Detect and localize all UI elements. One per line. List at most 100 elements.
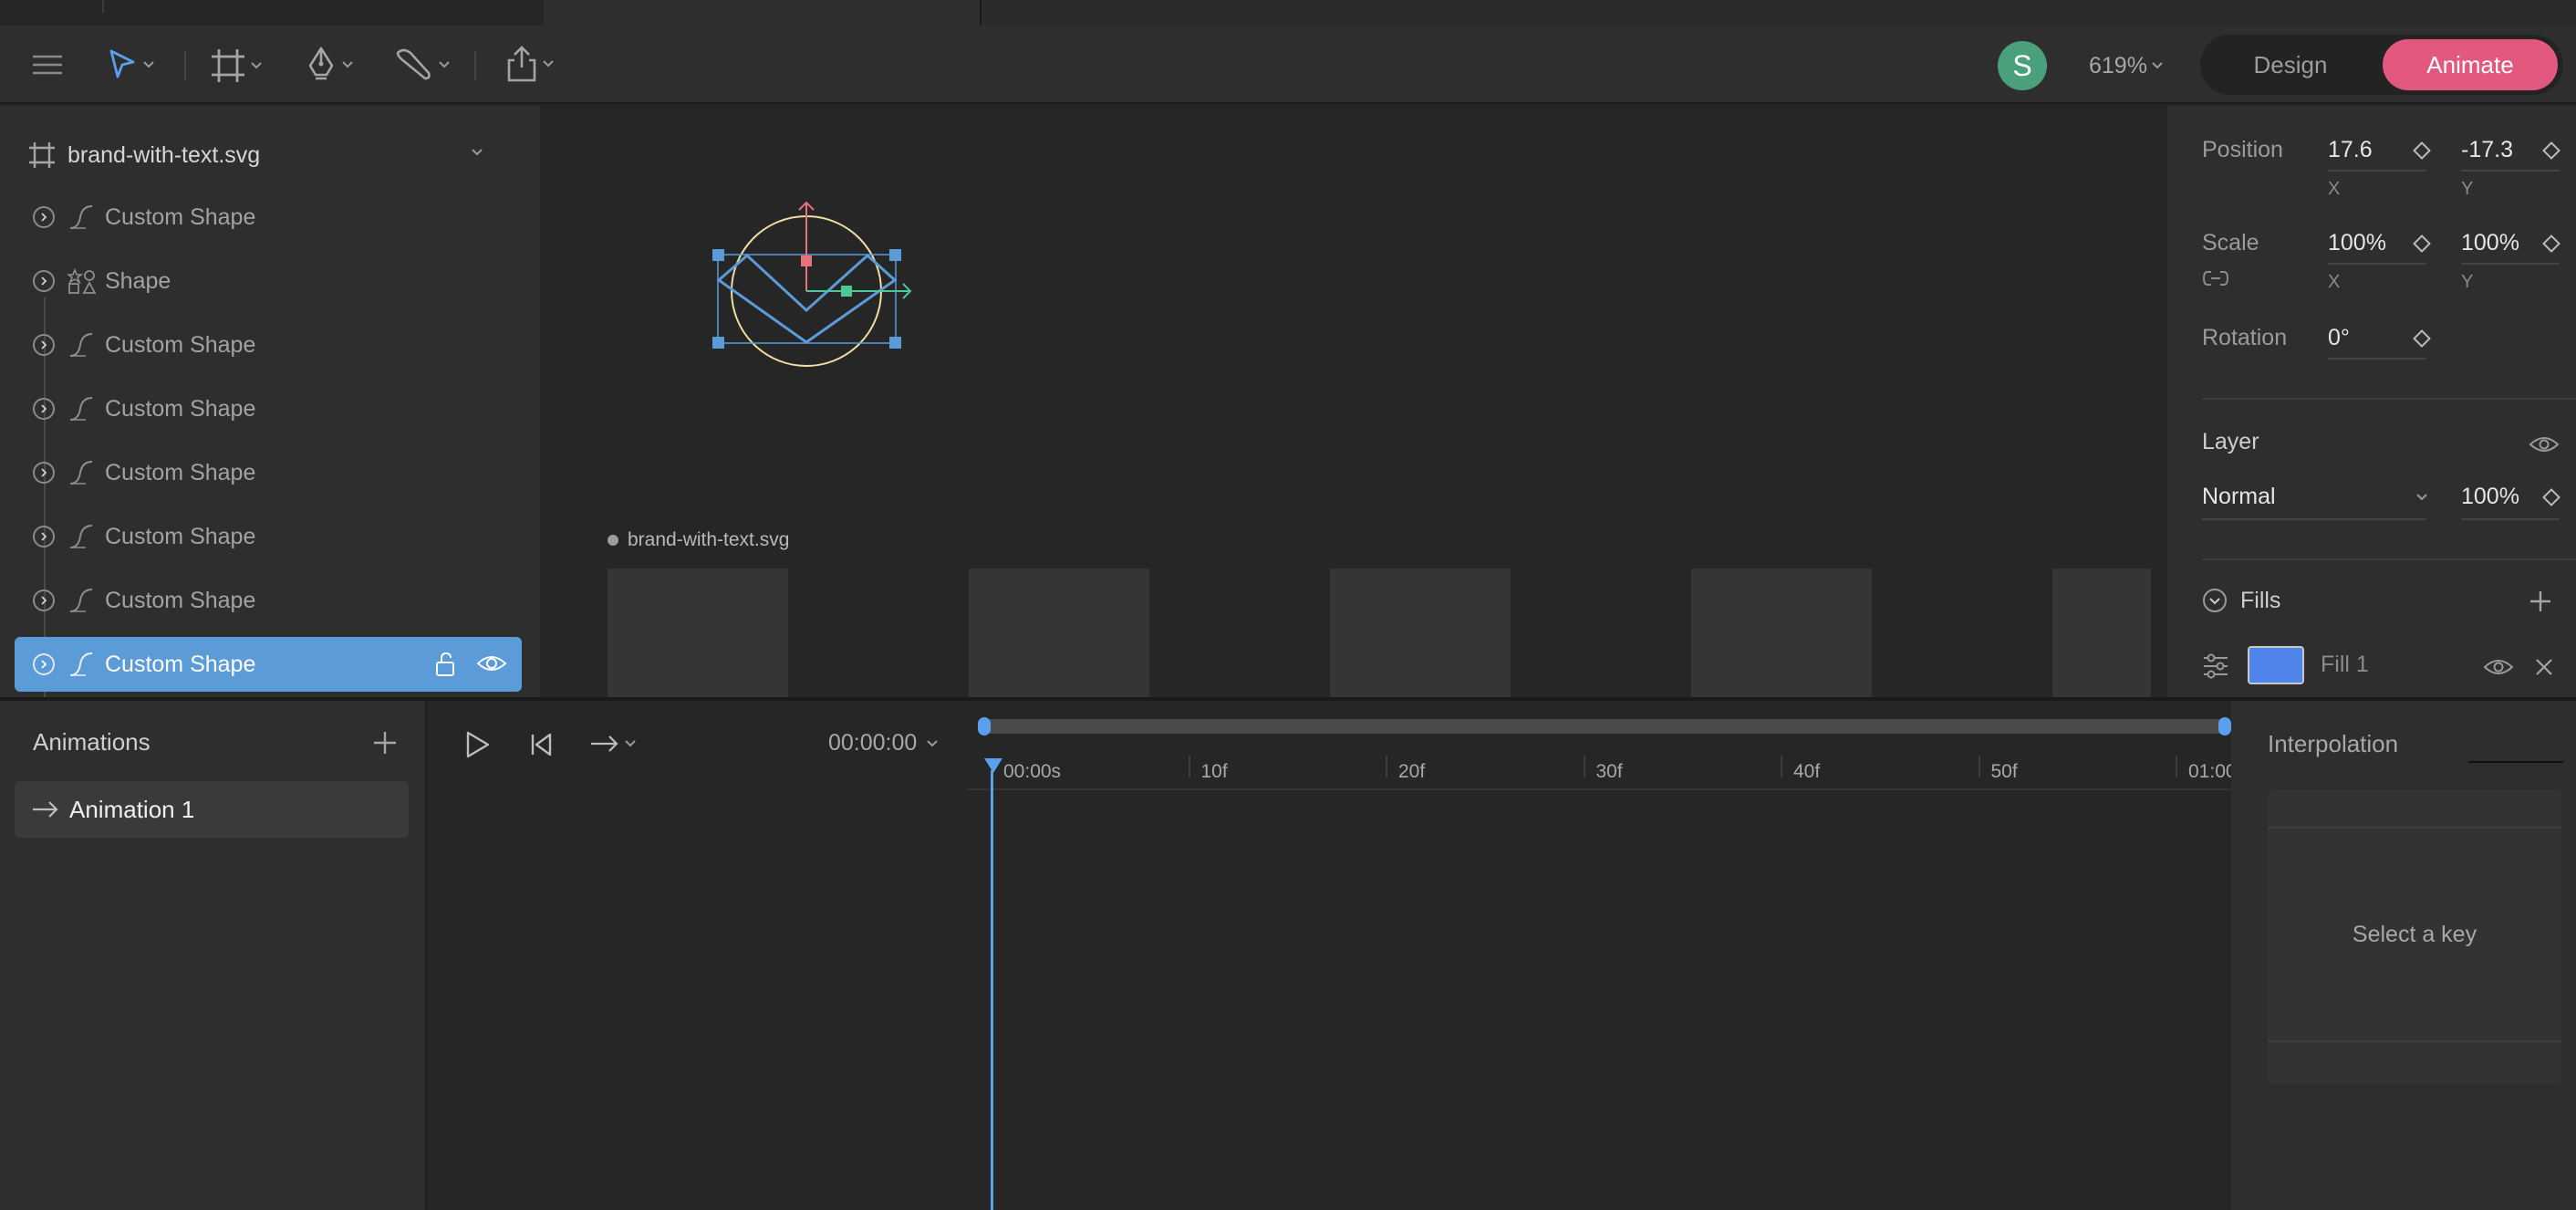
ruler-baseline — [967, 788, 2231, 790]
eye-icon[interactable] — [476, 652, 507, 675]
resize-handle[interactable] — [889, 249, 901, 261]
current-time: 00:00:00 — [828, 730, 918, 756]
expand-icon[interactable] — [33, 589, 55, 611]
keyframe-diamond-icon[interactable] — [2413, 235, 2431, 253]
layer-root[interactable]: brand-with-text.svg — [27, 137, 260, 173]
eye-icon[interactable] — [2529, 434, 2560, 454]
layer-row[interactable]: Custom Shape — [15, 190, 522, 245]
layer-row[interactable]: Custom Shape — [15, 318, 522, 372]
layer-label: Custom Shape — [105, 204, 256, 230]
opacity-input[interactable]: 100% — [2461, 484, 2519, 510]
unlock-icon[interactable] — [434, 652, 458, 677]
playhead-handle[interactable] — [983, 757, 1003, 774]
select-tool-button[interactable] — [106, 47, 155, 82]
ruler-tick-label: 00:00s — [1003, 761, 1062, 782]
artboard-preview — [1330, 568, 1511, 697]
add-animation-icon[interactable] — [372, 730, 398, 756]
animate-mode-button[interactable]: Animate — [2383, 39, 2558, 90]
fill-color-swatch[interactable] — [2248, 646, 2304, 684]
artboard-preview — [608, 568, 788, 697]
pen-tool-button[interactable] — [305, 46, 354, 84]
layer-label: Custom Shape — [105, 332, 256, 358]
range-end-handle[interactable] — [2218, 717, 2231, 735]
chevron-down-icon — [2152, 62, 2163, 69]
mode-switch: Design Animate — [2200, 35, 2563, 95]
current-time-dropdown[interactable]: 00:00:00 — [828, 730, 939, 756]
ruler-tick-label: 50f — [1990, 761, 2018, 782]
path-icon — [68, 332, 95, 358]
link-icon[interactable] — [2202, 266, 2229, 290]
resize-handle[interactable] — [889, 337, 901, 349]
range-start-handle[interactable] — [978, 717, 991, 735]
collapse-icon[interactable] — [2202, 588, 2228, 613]
expand-icon[interactable] — [33, 462, 55, 484]
keyframe-diamond-icon[interactable] — [2542, 488, 2560, 506]
chevron-down-icon[interactable] — [2415, 493, 2428, 502]
input-underline — [2328, 358, 2426, 360]
sliders-icon[interactable] — [2202, 653, 2229, 679]
expand-icon[interactable] — [33, 270, 55, 292]
selected-shape-artwork[interactable] — [680, 188, 918, 370]
play-icon[interactable] — [463, 730, 491, 759]
input-underline — [2328, 170, 2426, 172]
loop-mode-dropdown[interactable] — [589, 734, 637, 754]
layer-row[interactable]: Custom Shape — [15, 573, 522, 628]
artboard-preview — [1691, 568, 1872, 697]
tab-inactive[interactable] — [980, 0, 2576, 26]
path-icon — [68, 396, 95, 422]
expand-icon[interactable] — [33, 334, 55, 356]
menu-icon[interactable] — [31, 51, 64, 78]
chevron-down-icon — [543, 60, 554, 68]
expand-icon[interactable] — [33, 206, 55, 228]
layer-row-selected[interactable]: Custom Shape — [15, 637, 522, 692]
eye-icon[interactable] — [2483, 657, 2514, 677]
resize-handle[interactable] — [712, 249, 724, 261]
layer-row[interactable]: Shape — [15, 254, 522, 308]
position-y-input[interactable]: -17.3 — [2461, 137, 2513, 163]
expand-icon[interactable] — [33, 653, 55, 675]
keyframe-diamond-icon[interactable] — [2542, 141, 2560, 160]
layer-label: Shape — [105, 268, 171, 294]
keyframe-diamond-icon[interactable] — [2413, 141, 2431, 160]
layer-label: Custom Shape — [105, 652, 256, 677]
position-x-input[interactable]: 17.6 — [2328, 137, 2373, 163]
origin-y-handle[interactable] — [801, 256, 812, 266]
artboard-label[interactable]: brand-with-text.svg — [608, 529, 789, 551]
animation-name: Animation 1 — [69, 795, 195, 823]
chevron-down-icon[interactable] — [471, 148, 483, 157]
graph-line — [2268, 1040, 2561, 1042]
animation-list-item[interactable]: Animation 1 — [15, 781, 409, 838]
scale-x-input[interactable]: 100% — [2328, 230, 2386, 256]
origin-x-handle[interactable] — [841, 286, 852, 297]
interpolation-tab-indicator — [2468, 761, 2563, 763]
timeline[interactable]: 00:00s 10f 20f 30f 40f 50f 01:00 — [967, 701, 2237, 1210]
keyframe-diamond-icon[interactable] — [2542, 235, 2560, 253]
keyframe-diamond-icon[interactable] — [2413, 329, 2431, 348]
brush-tool-button[interactable] — [394, 46, 451, 84]
add-icon[interactable] — [2529, 589, 2552, 613]
layer-row[interactable]: Custom Shape — [15, 445, 522, 500]
avatar[interactable]: S — [1998, 41, 2047, 90]
timeline-range-bar[interactable] — [978, 717, 2231, 735]
layer-row[interactable]: Custom Shape — [15, 509, 522, 564]
expand-icon[interactable] — [33, 526, 55, 548]
expand-icon[interactable] — [33, 398, 55, 420]
resize-handle[interactable] — [712, 337, 724, 349]
scale-label: Scale — [2202, 230, 2259, 256]
scale-y-input[interactable]: 100% — [2461, 230, 2519, 256]
tab-active[interactable] — [544, 0, 980, 26]
export-button[interactable] — [505, 44, 555, 84]
rotation-input[interactable]: 0° — [2328, 325, 2350, 351]
close-icon[interactable] — [2534, 657, 2554, 677]
animations-title: Animations — [33, 728, 151, 756]
design-mode-button[interactable]: Design — [2200, 35, 2381, 95]
zoom-dropdown[interactable]: 619% — [2089, 48, 2164, 83]
ruler-tick — [1978, 756, 1980, 777]
blend-mode-select[interactable]: Normal — [2202, 484, 2276, 510]
skip-to-start-icon[interactable] — [529, 732, 553, 757]
ruler-tick — [1188, 756, 1190, 777]
ruler-tick-label: 30f — [1595, 761, 1623, 782]
frame-tool-button[interactable] — [210, 47, 263, 84]
canvas[interactable]: brand-with-text.svg — [544, 106, 2167, 697]
layer-row[interactable]: Custom Shape — [15, 381, 522, 436]
